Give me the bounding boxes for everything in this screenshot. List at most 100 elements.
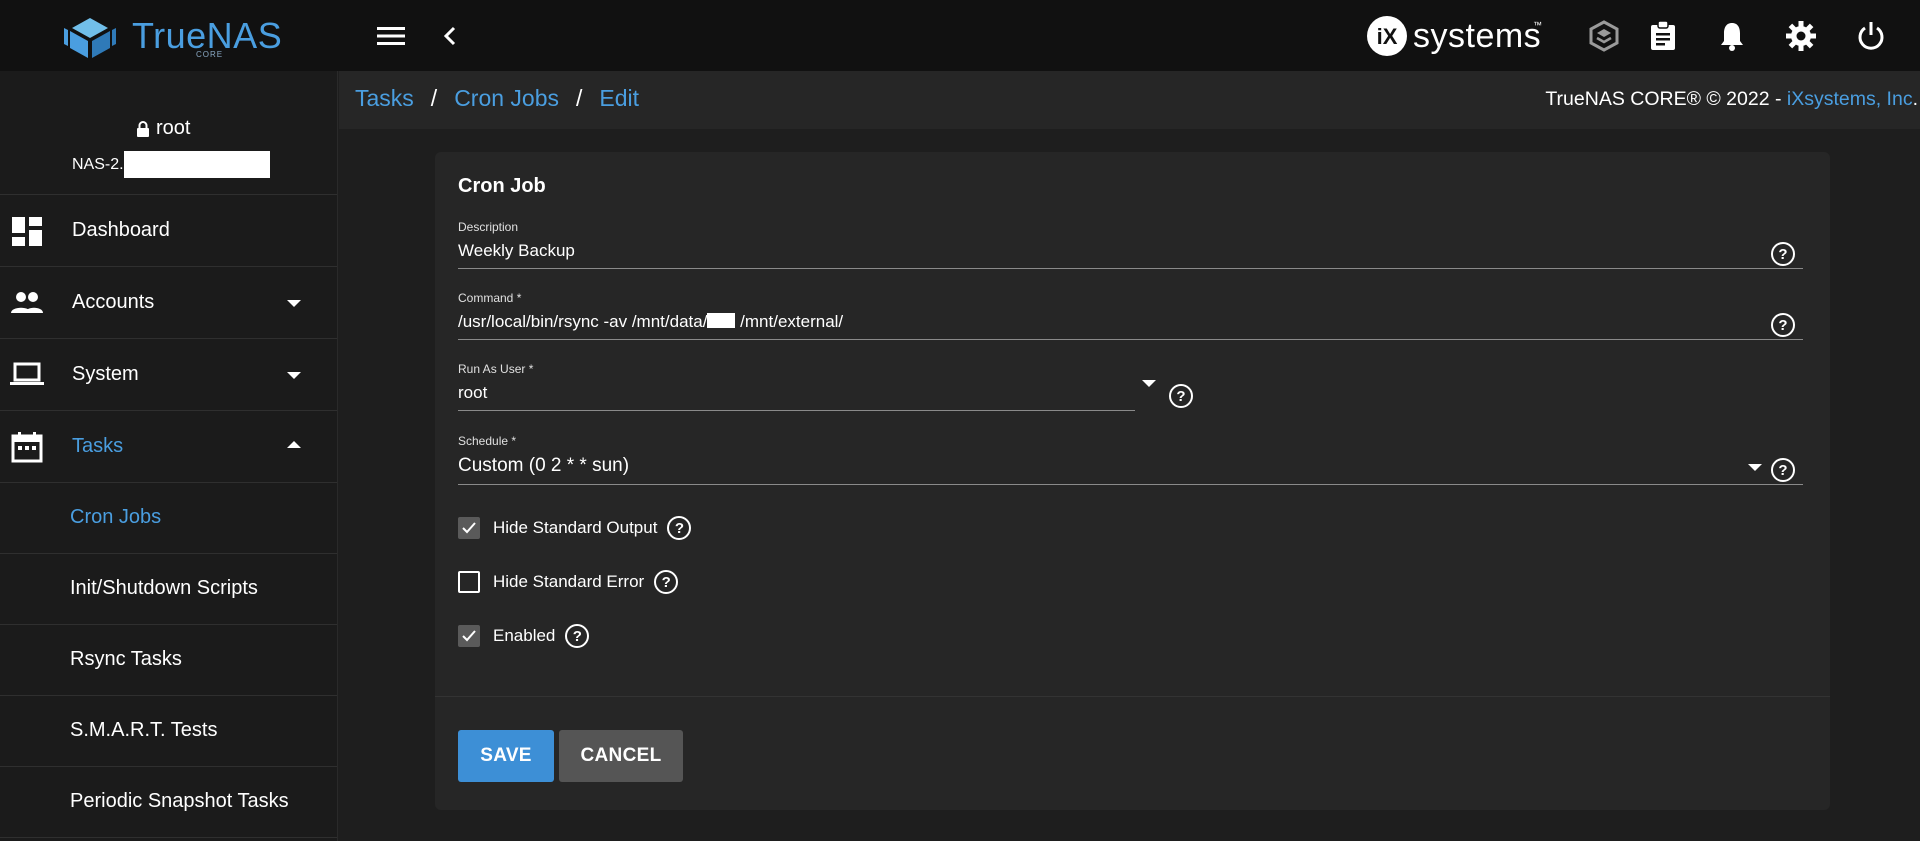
copyright-notice: TrueNAS CORE® © 2022 - iXsystems, Inc. xyxy=(1545,88,1918,111)
breadcrumb-separator: / xyxy=(430,85,438,111)
ix-logo-mark: iX xyxy=(1367,16,1407,56)
breadcrumb: Tasks / Cron Jobs / Edit xyxy=(355,85,639,112)
hide-standard-output-help-icon[interactable]: ? xyxy=(667,516,692,540)
enabled-checkbox[interactable]: Enabled ? xyxy=(458,624,590,648)
schedule-field[interactable]: Schedule * Custom (0 2 * * sun) xyxy=(458,434,1803,486)
checkbox-label: Hide Standard Error xyxy=(493,572,645,591)
command-help-icon[interactable]: ? xyxy=(1771,313,1795,337)
hide-standard-error-checkbox[interactable]: Hide Standard Error ? xyxy=(458,570,679,594)
run-as-user-field[interactable]: Run As User * root xyxy=(458,362,1135,414)
command-label: Command * xyxy=(458,291,522,305)
hide-standard-error-help-icon[interactable]: ? xyxy=(654,570,679,594)
field-underline xyxy=(458,268,1803,269)
truecommand-icon[interactable] xyxy=(1586,18,1622,54)
ix-logo-text: systems xyxy=(1413,17,1542,55)
breadcrumb-cron-jobs[interactable]: Cron Jobs xyxy=(454,85,559,112)
run-as-user-dropdown-arrow-icon[interactable] xyxy=(1142,380,1156,387)
copyright-suffix: . xyxy=(1912,88,1918,110)
menu-icon[interactable] xyxy=(373,18,409,54)
sidebar-item-accounts[interactable]: Accounts xyxy=(0,267,337,339)
command-text-start: /usr/local/bin/rsync -av /mnt/data/ xyxy=(458,312,708,331)
sidebar-subitem-periodic-snapshot-tasks[interactable]: Periodic Snapshot Tasks xyxy=(0,767,337,838)
hide-standard-output-checkbox[interactable]: Hide Standard Output ? xyxy=(458,516,692,540)
form-title: Cron Job xyxy=(458,175,546,197)
redaction-mask xyxy=(707,313,736,328)
command-input[interactable]: /usr/local/bin/rsync -av /mnt/data/ /mnt… xyxy=(458,312,843,332)
checkbox-checked[interactable] xyxy=(458,625,480,647)
sidebar-subitem-label: Rsync Tasks xyxy=(70,648,182,670)
sidebar-subitem-init-shutdown-scripts[interactable]: Init/Shutdown Scripts xyxy=(0,554,337,625)
copyright-text: TrueNAS CORE® © 2022 - xyxy=(1545,88,1787,110)
schedule-label: Schedule * xyxy=(458,434,517,448)
current-user: root xyxy=(136,117,190,140)
calendar-icon xyxy=(11,432,43,463)
redaction-mask xyxy=(123,151,270,178)
checkbox-checked[interactable] xyxy=(458,517,480,539)
trademark-mark: ™ xyxy=(1533,20,1542,30)
sidebar-subitem-smart-tests[interactable]: S.M.A.R.T. Tests xyxy=(0,696,337,767)
accounts-icon xyxy=(11,292,43,313)
breadcrumb-tasks[interactable]: Tasks xyxy=(355,85,414,112)
field-underline xyxy=(458,410,1135,411)
cron-job-form-card: Cron Job Description Weekly Backup ? Com… xyxy=(435,152,1830,810)
ixsystems-link[interactable]: iXsystems, Inc xyxy=(1787,88,1913,110)
page-header: Tasks / Cron Jobs / Edit TrueNAS CORE® ©… xyxy=(339,71,1920,129)
run-as-user-input[interactable]: root xyxy=(458,383,487,403)
description-help-icon[interactable]: ? xyxy=(1771,242,1795,266)
checkbox-unchecked[interactable] xyxy=(458,571,480,593)
bell-icon[interactable] xyxy=(1714,18,1750,54)
divider xyxy=(435,696,1830,697)
breadcrumb-edit[interactable]: Edit xyxy=(599,85,639,112)
chevron-down-icon xyxy=(287,300,301,307)
command-text-end: /mnt/external/ xyxy=(735,312,844,331)
save-button[interactable]: SAVE xyxy=(458,730,554,782)
breadcrumb-separator: / xyxy=(576,85,583,111)
cancel-button[interactable]: CANCEL xyxy=(559,730,683,782)
lock-icon xyxy=(137,120,149,137)
sidebar-item-label: Dashboard xyxy=(72,219,170,241)
sidebar-subitem-label: Cron Jobs xyxy=(70,506,162,528)
field-underline xyxy=(458,339,1803,340)
top-bar: TrueNAS CORE iX systems ™ xyxy=(0,0,1920,71)
checkbox-label: Hide Standard Output xyxy=(493,518,658,537)
sidebar-subitem-cron-jobs[interactable]: Cron Jobs xyxy=(0,483,337,554)
sidebar-subitem-label: S.M.A.R.T. Tests xyxy=(70,719,218,741)
description-input[interactable]: Weekly Backup xyxy=(458,241,575,261)
chevron-up-icon xyxy=(287,441,301,448)
sidebar-subitem-label: Periodic Snapshot Tasks xyxy=(70,790,289,812)
sidebar-item-system[interactable]: System xyxy=(0,339,337,411)
command-field[interactable]: Command * /usr/local/bin/rsync -av /mnt/… xyxy=(458,291,1803,343)
checkmark-icon xyxy=(462,630,476,642)
run-as-user-help-icon[interactable]: ? xyxy=(1169,384,1193,408)
power-icon[interactable] xyxy=(1853,18,1889,54)
schedule-select[interactable]: Custom (0 2 * * sun) xyxy=(458,455,629,477)
clipboard-tasks-icon[interactable] xyxy=(1645,18,1681,54)
gear-icon[interactable] xyxy=(1783,18,1819,54)
truenas-logo[interactable]: TrueNAS CORE xyxy=(62,14,282,62)
chevron-down-icon xyxy=(287,372,301,379)
checkmark-icon xyxy=(462,522,476,534)
collapse-chevron-left-icon[interactable] xyxy=(432,18,468,54)
logo-subtext: CORE xyxy=(196,50,224,59)
description-field[interactable]: Description Weekly Backup xyxy=(458,220,1803,272)
sidebar-subitem-rsync-tasks[interactable]: Rsync Tasks xyxy=(0,625,337,696)
run-as-user-label: Run As User * xyxy=(458,362,534,376)
sidebar-item-label: System xyxy=(72,363,139,385)
checkbox-label: Enabled xyxy=(493,626,556,645)
user-info: root NAS-2. xyxy=(0,71,337,195)
hostname: NAS-2. xyxy=(72,151,270,178)
sidebar-item-label: Accounts xyxy=(72,291,155,313)
username: root xyxy=(156,117,191,139)
svg-text:iX: iX xyxy=(1377,24,1398,49)
dashboard-icon xyxy=(12,217,42,246)
sidebar-item-dashboard[interactable]: Dashboard xyxy=(0,195,337,267)
schedule-dropdown-arrow-icon[interactable] xyxy=(1748,464,1762,471)
hostname-prefix: NAS-2. xyxy=(72,155,124,173)
schedule-help-icon[interactable]: ? xyxy=(1771,458,1795,482)
enabled-help-icon[interactable]: ? xyxy=(565,624,590,648)
ixsystems-logo[interactable]: iX systems ™ xyxy=(1365,14,1542,58)
sidebar-item-tasks[interactable]: Tasks xyxy=(0,411,337,483)
sidebar-subitem-label: Init/Shutdown Scripts xyxy=(70,577,258,599)
description-label: Description xyxy=(458,220,519,234)
field-underline xyxy=(458,484,1803,485)
